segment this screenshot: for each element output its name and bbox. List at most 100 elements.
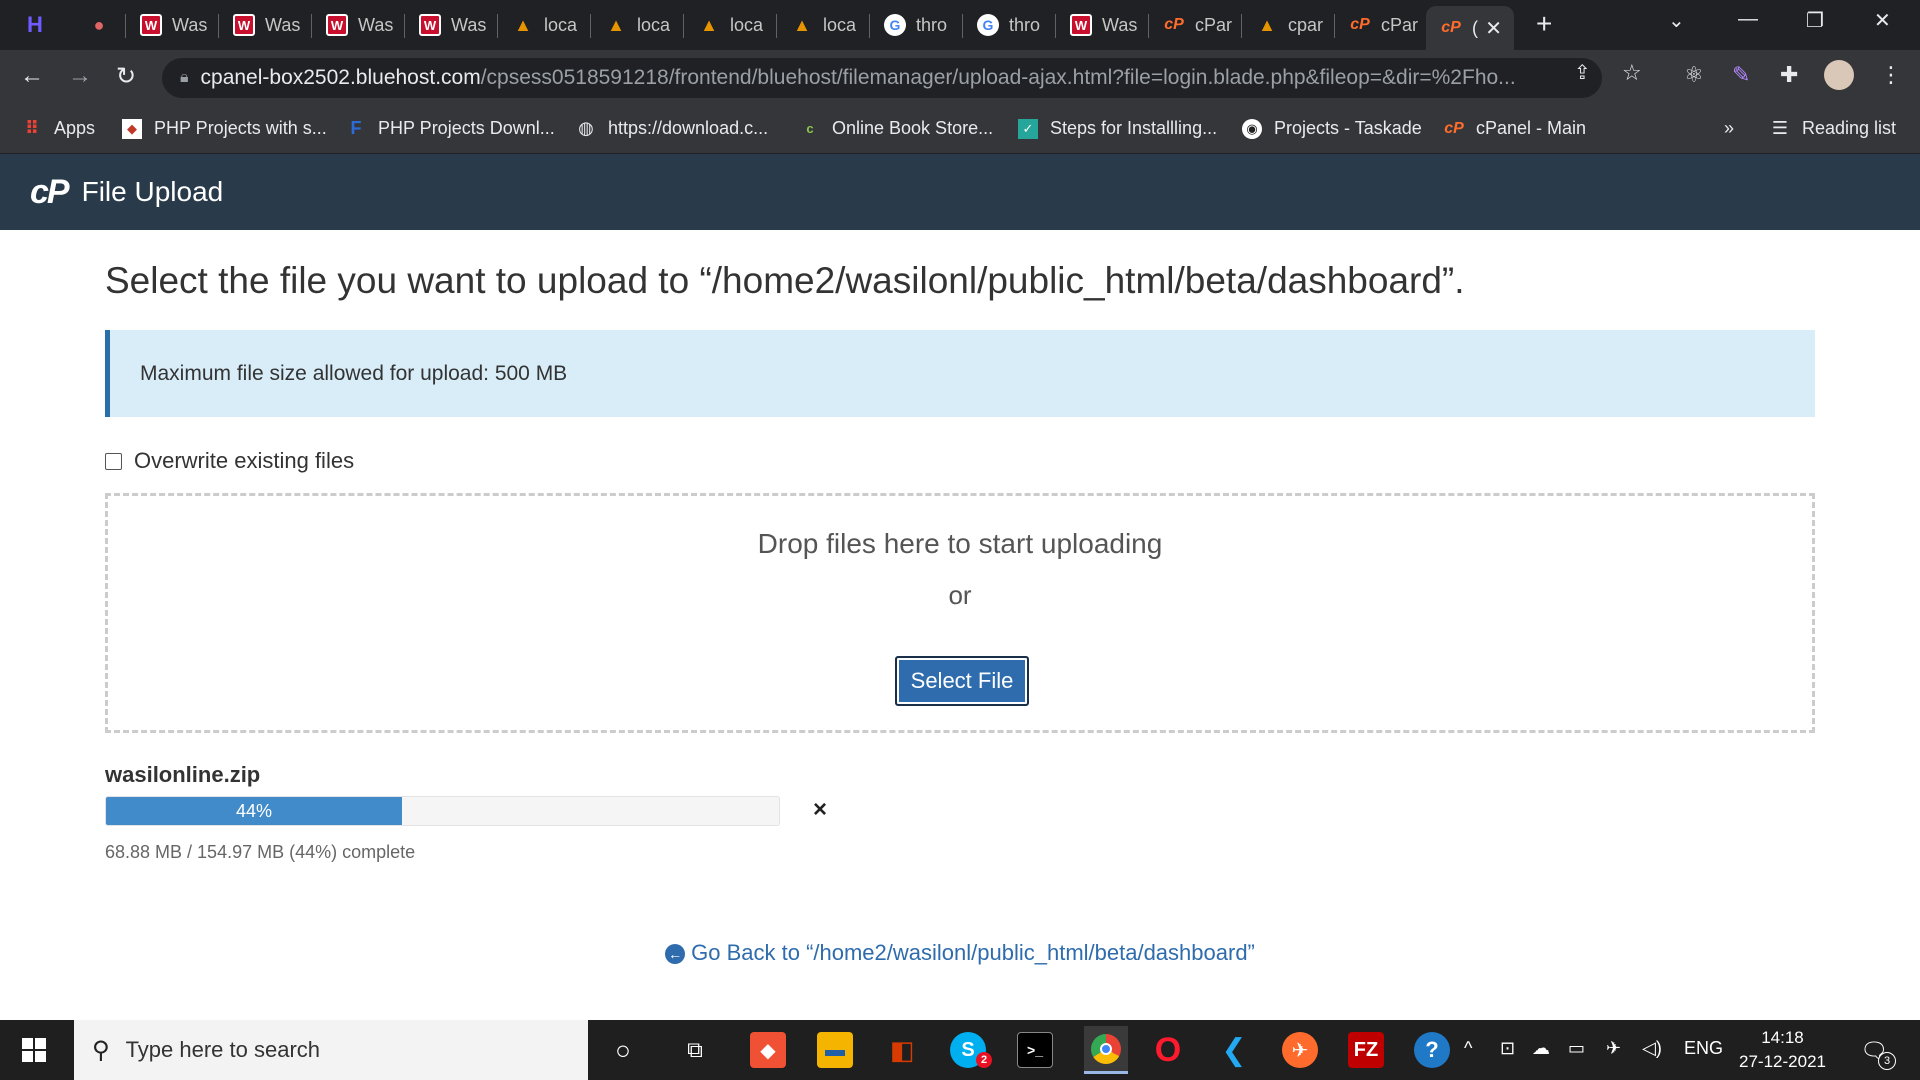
tab-4[interactable]: W Was: [312, 6, 405, 44]
git-icon[interactable]: ◆: [750, 1032, 786, 1068]
chrome-icon: [1091, 1033, 1121, 1064]
terminal-icon[interactable]: >_: [1017, 1032, 1053, 1068]
tab-12[interactable]: W Was: [1056, 6, 1149, 44]
cpanel-icon: cP: [1350, 16, 1370, 33]
tab-8[interactable]: ▲ loca: [684, 6, 777, 44]
tray-chevron-icon[interactable]: ^: [1464, 1038, 1472, 1059]
tab-active[interactable]: cP ( ✕: [1426, 6, 1514, 50]
close-window-icon[interactable]: ✕: [1874, 8, 1891, 33]
bookmark-book-store[interactable]: c Online Book Store...: [800, 118, 993, 139]
forward-icon[interactable]: →: [68, 62, 92, 90]
go-back-link[interactable]: ← Go Back to “/home2/wasilonl/public_html…: [105, 940, 1815, 966]
react-devtools-icon[interactable]: ⚛: [1684, 62, 1704, 88]
onedrive-icon[interactable]: ☁: [1532, 1038, 1550, 1059]
max-size-alert: Maximum file size allowed for upload: 50…: [105, 330, 1815, 417]
office-icon[interactable]: ◧: [884, 1032, 920, 1068]
tab-0[interactable]: H: [14, 6, 54, 44]
or-text: or: [948, 580, 972, 610]
cortana-icon[interactable]: ○: [605, 1032, 641, 1068]
file-explorer-icon[interactable]: ▬: [817, 1032, 853, 1068]
w-icon: W: [140, 14, 162, 36]
steps-icon: ✓: [1018, 118, 1038, 139]
lock-icon: 🔒︎: [180, 69, 189, 86]
bookmark-taskade[interactable]: ◉ Projects - Taskade: [1242, 118, 1422, 139]
tab-title: loca: [637, 14, 671, 35]
reload-icon[interactable]: ↻: [116, 62, 136, 91]
tab-15[interactable]: cP cPar: [1335, 6, 1428, 44]
back-icon[interactable]: ←: [20, 62, 44, 90]
share-icon[interactable]: ⇪: [1574, 60, 1591, 85]
bookmark-download[interactable]: ◍ https://download.c...: [576, 118, 768, 139]
cpanel-icon: cP: [1441, 19, 1461, 36]
chrome-taskbar-button[interactable]: [1084, 1026, 1128, 1074]
tab-7[interactable]: ▲ loca: [591, 6, 684, 44]
bookmark-cpanel-main[interactable]: cP cPanel - Main: [1444, 118, 1586, 139]
drop-zone[interactable]: Drop files here to start uploading or Se…: [105, 493, 1815, 733]
tab-title: thro: [1009, 14, 1041, 35]
profile-avatar[interactable]: [1824, 60, 1854, 90]
tab-1[interactable]: ●: [76, 6, 126, 44]
opera-icon[interactable]: O: [1150, 1031, 1186, 1069]
upload-progress-bar: 44%: [105, 796, 780, 826]
volume-icon[interactable]: ◁): [1642, 1038, 1662, 1059]
taskbar-search[interactable]: ⚲ Type here to search: [74, 1020, 588, 1080]
tab-13[interactable]: cP cPar: [1149, 6, 1242, 44]
tab-title: (: [1472, 17, 1478, 38]
tab-5[interactable]: W Was: [405, 6, 498, 44]
bookmark-star-icon[interactable]: ☆: [1622, 60, 1642, 86]
bookmark-php-download[interactable]: F PHP Projects Downl...: [346, 118, 555, 139]
tab-11[interactable]: Gthro: [963, 6, 1056, 44]
cpanel-logo[interactable]: cP: [30, 173, 70, 212]
w-icon: W: [1070, 14, 1092, 36]
search-placeholder: Type here to search: [125, 1037, 321, 1062]
reading-list[interactable]: ☰ Reading list: [1770, 118, 1896, 139]
clock[interactable]: 14:18 27-12-2021: [1725, 1026, 1840, 1074]
language-indicator[interactable]: ENG: [1684, 1038, 1723, 1059]
overwrite-option[interactable]: Overwrite existing files: [105, 448, 354, 474]
max-size-text: Maximum file size allowed for upload: 50…: [140, 361, 568, 385]
bookmarks-more-icon[interactable]: »: [1724, 118, 1734, 139]
tab-9[interactable]: ▲ loca: [777, 6, 870, 44]
bookmark-steps[interactable]: ✓ Steps for Installling...: [1018, 118, 1217, 139]
overwrite-checkbox[interactable]: [105, 452, 122, 470]
globe-icon: ◍: [578, 118, 594, 138]
battery-icon[interactable]: ▭: [1568, 1038, 1585, 1059]
menu-kebab-icon[interactable]: ⋮: [1880, 62, 1902, 88]
cancel-upload-icon[interactable]: ×: [813, 796, 827, 824]
tab-14[interactable]: ▲ cpar: [1242, 6, 1335, 44]
bookmark-apps[interactable]: ⠿ Apps: [22, 118, 95, 139]
restore-icon[interactable]: ❐: [1806, 8, 1824, 33]
tab-search-chevron-icon[interactable]: ⌄: [1668, 8, 1685, 33]
bookmark-label: https://download.c...: [608, 118, 769, 138]
progress-label: 44%: [236, 800, 273, 821]
minimize-icon[interactable]: —: [1738, 8, 1758, 31]
tab-6[interactable]: ▲ loca: [498, 6, 591, 44]
vscode-icon[interactable]: ❮: [1216, 1032, 1252, 1068]
bookmark-label: PHP Projects with s...: [154, 118, 327, 138]
tab-2[interactable]: W Was: [126, 6, 219, 44]
feather-extension-icon[interactable]: ✎: [1732, 62, 1750, 88]
airplane-mode-icon[interactable]: ✈: [1606, 1038, 1621, 1059]
new-tab-icon[interactable]: +: [1536, 8, 1552, 40]
meet-now-icon[interactable]: ⊡: [1500, 1038, 1515, 1059]
c-icon: c: [806, 121, 814, 136]
windows-start-icon[interactable]: [22, 1038, 46, 1062]
select-file-button[interactable]: Select File: [895, 656, 1029, 706]
w-icon: W: [326, 14, 348, 36]
extensions-puzzle-icon[interactable]: ✚: [1780, 62, 1798, 88]
help-icon[interactable]: ?: [1414, 1032, 1450, 1068]
bookmarks-bar: ⠿ Apps ◆ PHP Projects with s... F PHP Proje…: [0, 106, 1920, 154]
bookmark-label: Online Book Store...: [832, 118, 994, 138]
bookmark-label: Projects - Taskade: [1274, 118, 1422, 138]
reading-list-label: Reading list: [1802, 118, 1897, 138]
task-view-icon[interactable]: ⧉: [677, 1032, 713, 1068]
bookmark-php-projects[interactable]: ◆ PHP Projects with s...: [122, 118, 327, 139]
tab-10[interactable]: Gthro: [870, 6, 963, 44]
upload-heading: Select the file you want to upload to “/…: [105, 260, 1465, 301]
tab-3[interactable]: W Was: [219, 6, 312, 44]
tab-close-icon[interactable]: ✕: [1485, 16, 1502, 41]
postman-icon[interactable]: ✈: [1282, 1032, 1318, 1068]
tab-title: Was: [172, 14, 208, 35]
address-bar[interactable]: 🔒︎ cpanel-box2502.bluehost.com/cpsess051…: [162, 58, 1602, 98]
filezilla-icon[interactable]: FZ: [1348, 1032, 1384, 1068]
